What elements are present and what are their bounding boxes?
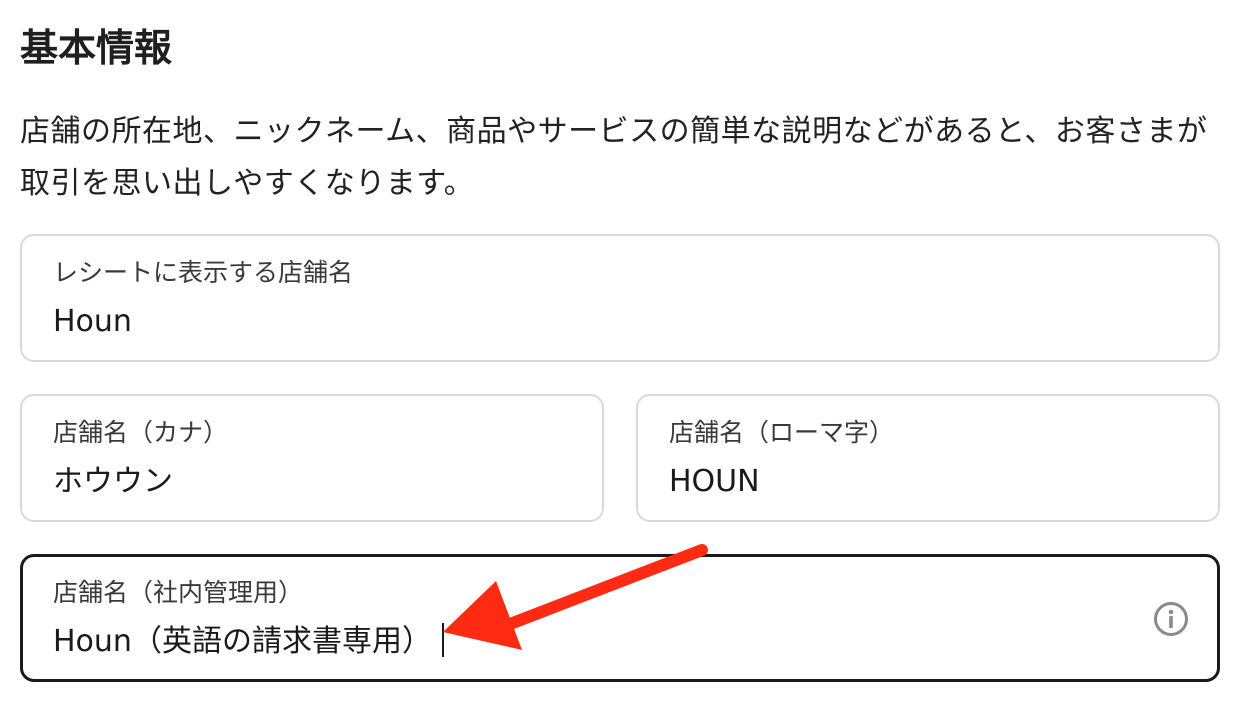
receipt-name-field[interactable]: レシートに表示する店舗名 Houn [20, 234, 1220, 362]
receipt-name-value[interactable]: Houn [53, 302, 132, 342]
internal-name-field[interactable]: 店舗名（社内管理用） Houn（英語の請求書専用） [20, 554, 1220, 682]
internal-name-label: 店舗名（社内管理用） [53, 578, 304, 607]
romaji-name-field[interactable]: 店舗名（ローマ字） HOUN [636, 394, 1220, 522]
internal-name-input[interactable]: Houn（英語の請求書専用） [53, 622, 444, 662]
kana-name-label: 店舗名（カナ） [53, 418, 229, 447]
kana-name-value[interactable]: ホウウン [53, 462, 173, 502]
internal-name-value: Houn（英語の請求書専用） [53, 624, 432, 659]
receipt-name-label: レシートに表示する店舗名 [53, 258, 354, 287]
section-description: 店舗の所在地、ニックネーム、商品やサービスの簡単な説明などがあると、お客さまが取… [20, 114, 1208, 201]
info-icon[interactable] [1153, 601, 1189, 637]
text-cursor [441, 623, 444, 657]
romaji-name-value[interactable]: HOUN [669, 462, 760, 502]
romaji-name-label: 店舗名（ローマ字） [669, 418, 895, 447]
section-title: 基本情報 [20, 26, 173, 70]
kana-name-field[interactable]: 店舗名（カナ） ホウウン [20, 394, 604, 522]
